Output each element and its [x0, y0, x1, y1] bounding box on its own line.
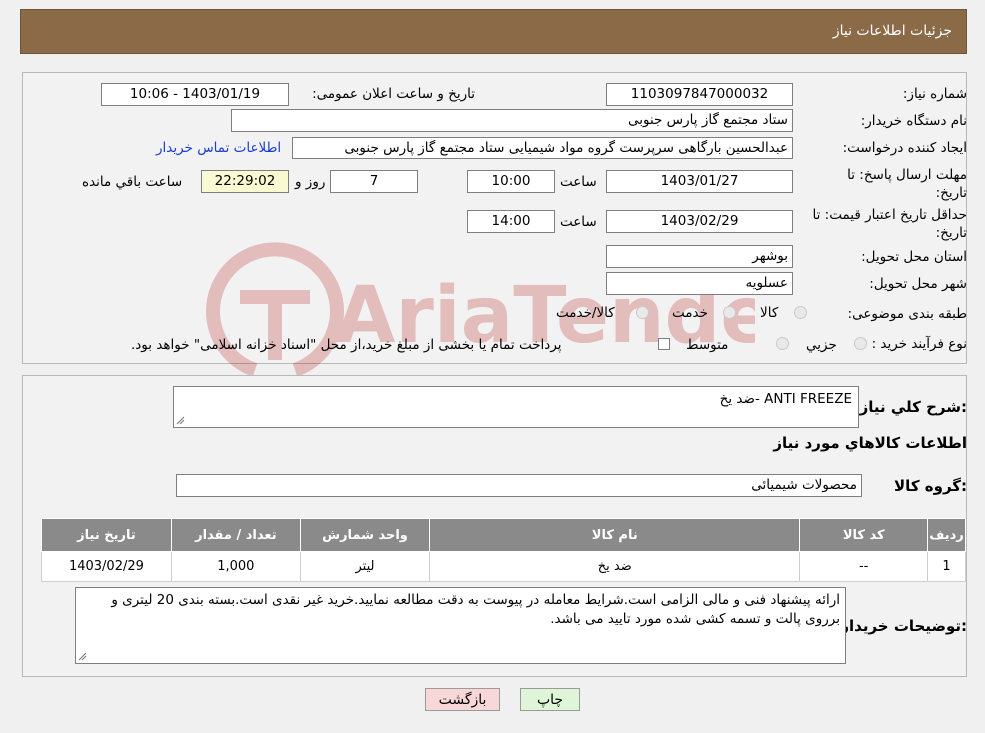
col-goods-name: نام کالا: [429, 518, 801, 552]
price-validity-time: 14:00: [467, 210, 555, 233]
resize-grip-icon[interactable]: [78, 652, 87, 661]
remaining-days-field: 7: [330, 170, 418, 193]
remaining-time-label: ساعت باقي مانده: [82, 174, 183, 190]
remaining-time-field: 22:29:02: [201, 170, 289, 193]
reply-deadline-date: 1403/01/27: [606, 170, 793, 193]
request-creator-label: ایجاد کننده درخواست:: [842, 140, 967, 156]
need-summary-field: ANTI FREEZE -ضد یخ: [173, 386, 859, 428]
price-validity-label: حداقل تاریخ اعتبار قیمت: تا تاریخ:: [812, 207, 967, 241]
page-title: جزئیات اطلاعات نیاز: [832, 23, 952, 39]
col-goods-code: کد کالا: [799, 518, 929, 552]
treasury-payment-checkbox[interactable]: [658, 338, 670, 350]
need-summary-label: شرح کلي نياز:: [859, 398, 967, 416]
announce-date-field: 1403/01/19 - 10:06: [101, 83, 289, 106]
cell-goods-code: --: [799, 551, 929, 582]
page-header: جزئیات اطلاعات نیاز: [20, 9, 967, 54]
buyer-org-label: نام دستگاه خریدار:: [860, 113, 967, 129]
cell-row-number: 1: [927, 551, 966, 582]
goods-info-title: اطلاعات کالاهاي مورد نياز: [773, 434, 967, 452]
goods-table: رديف کد کالا نام کالا واحد شمارش تعداد /…: [41, 518, 966, 582]
category-service-label: خدمت: [672, 305, 708, 321]
buyer-notes-field: ارائه پیشنهاد فنی و مالی الزامی است.شرای…: [75, 587, 846, 664]
table-row: 1 -- ضد یخ لیتر 1,000 1403/02/29: [41, 551, 966, 582]
col-quantity: تعداد / مقدار: [170, 518, 301, 552]
announce-date-label: تاریخ و ساعت اعلان عمومی:: [312, 86, 475, 102]
buyer-contact-link[interactable]: اطلاعات تماس خریدار: [156, 140, 281, 156]
city-field: عسلویه: [606, 272, 793, 295]
category-goods-service-label: کالا/خدمت: [556, 305, 615, 321]
reply-deadline-time: 10:00: [467, 170, 555, 193]
category-label: طبقه بندی موضوعی:: [847, 306, 967, 322]
city-label: شهر محل تحویل:: [869, 276, 967, 292]
category-goods-label: کالا: [760, 305, 779, 321]
purchase-process-label: نوع فرآیند خرید :: [871, 336, 967, 352]
goods-table-header: رديف کد کالا نام کالا واحد شمارش تعداد /…: [41, 518, 966, 552]
category-goods-service-radio[interactable]: [636, 306, 649, 319]
col-need-date: تاريخ نياز: [41, 518, 172, 552]
process-medium-radio[interactable]: [776, 337, 789, 350]
col-row-number: رديف: [927, 518, 966, 552]
print-button[interactable]: چاپ: [520, 688, 580, 711]
cell-need-date: 1403/02/29: [41, 551, 172, 582]
validity-time-label: ساعت: [560, 214, 597, 230]
process-medium-label: متوسط: [686, 337, 729, 353]
request-creator-field: عبدالحسین بارگاهی سرپرست گروه مواد شیمیا…: [292, 137, 793, 159]
reply-deadline-label: مهلت ارسال پاسخ: تا تاریخ:: [847, 167, 967, 201]
buyer-notes-text: ارائه پیشنهاد فنی و مالی الزامی است.شرای…: [111, 592, 840, 627]
goods-group-field: محصولات شیمیائی: [176, 474, 862, 497]
buyer-org-field: ستاد مجتمع گاز پارس جنوبی: [231, 109, 793, 132]
province-label: استان محل تحویل:: [861, 249, 967, 265]
days-label: روز و: [295, 174, 326, 190]
province-field: بوشهر: [606, 245, 793, 268]
buyer-notes-label: توضیحات خریدار:: [840, 617, 967, 635]
cell-unit: لیتر: [299, 551, 431, 582]
goods-group-label: گروه کالا:: [894, 477, 967, 495]
back-button[interactable]: بازگشت: [425, 688, 500, 711]
process-minor-radio[interactable]: [854, 337, 867, 350]
treasury-payment-note: پرداخت تمام یا بخشی از مبلغ خرید،از محل …: [131, 337, 562, 353]
process-minor-label: جزیي: [806, 337, 837, 353]
resize-grip-icon[interactable]: [176, 416, 185, 425]
category-service-radio[interactable]: [723, 306, 736, 319]
cell-quantity: 1,000: [170, 551, 301, 582]
price-validity-date: 1403/02/29: [606, 210, 793, 233]
cell-goods-name: ضد یخ: [429, 551, 801, 582]
reply-time-label: ساعت: [560, 174, 597, 190]
need-number-field: 1103097847000032: [606, 83, 793, 106]
need-summary-text: ANTI FREEZE -ضد یخ: [719, 391, 852, 407]
col-unit: واحد شمارش: [299, 518, 431, 552]
category-goods-radio[interactable]: [794, 306, 807, 319]
need-number-label: شماره نیاز:: [902, 86, 967, 102]
